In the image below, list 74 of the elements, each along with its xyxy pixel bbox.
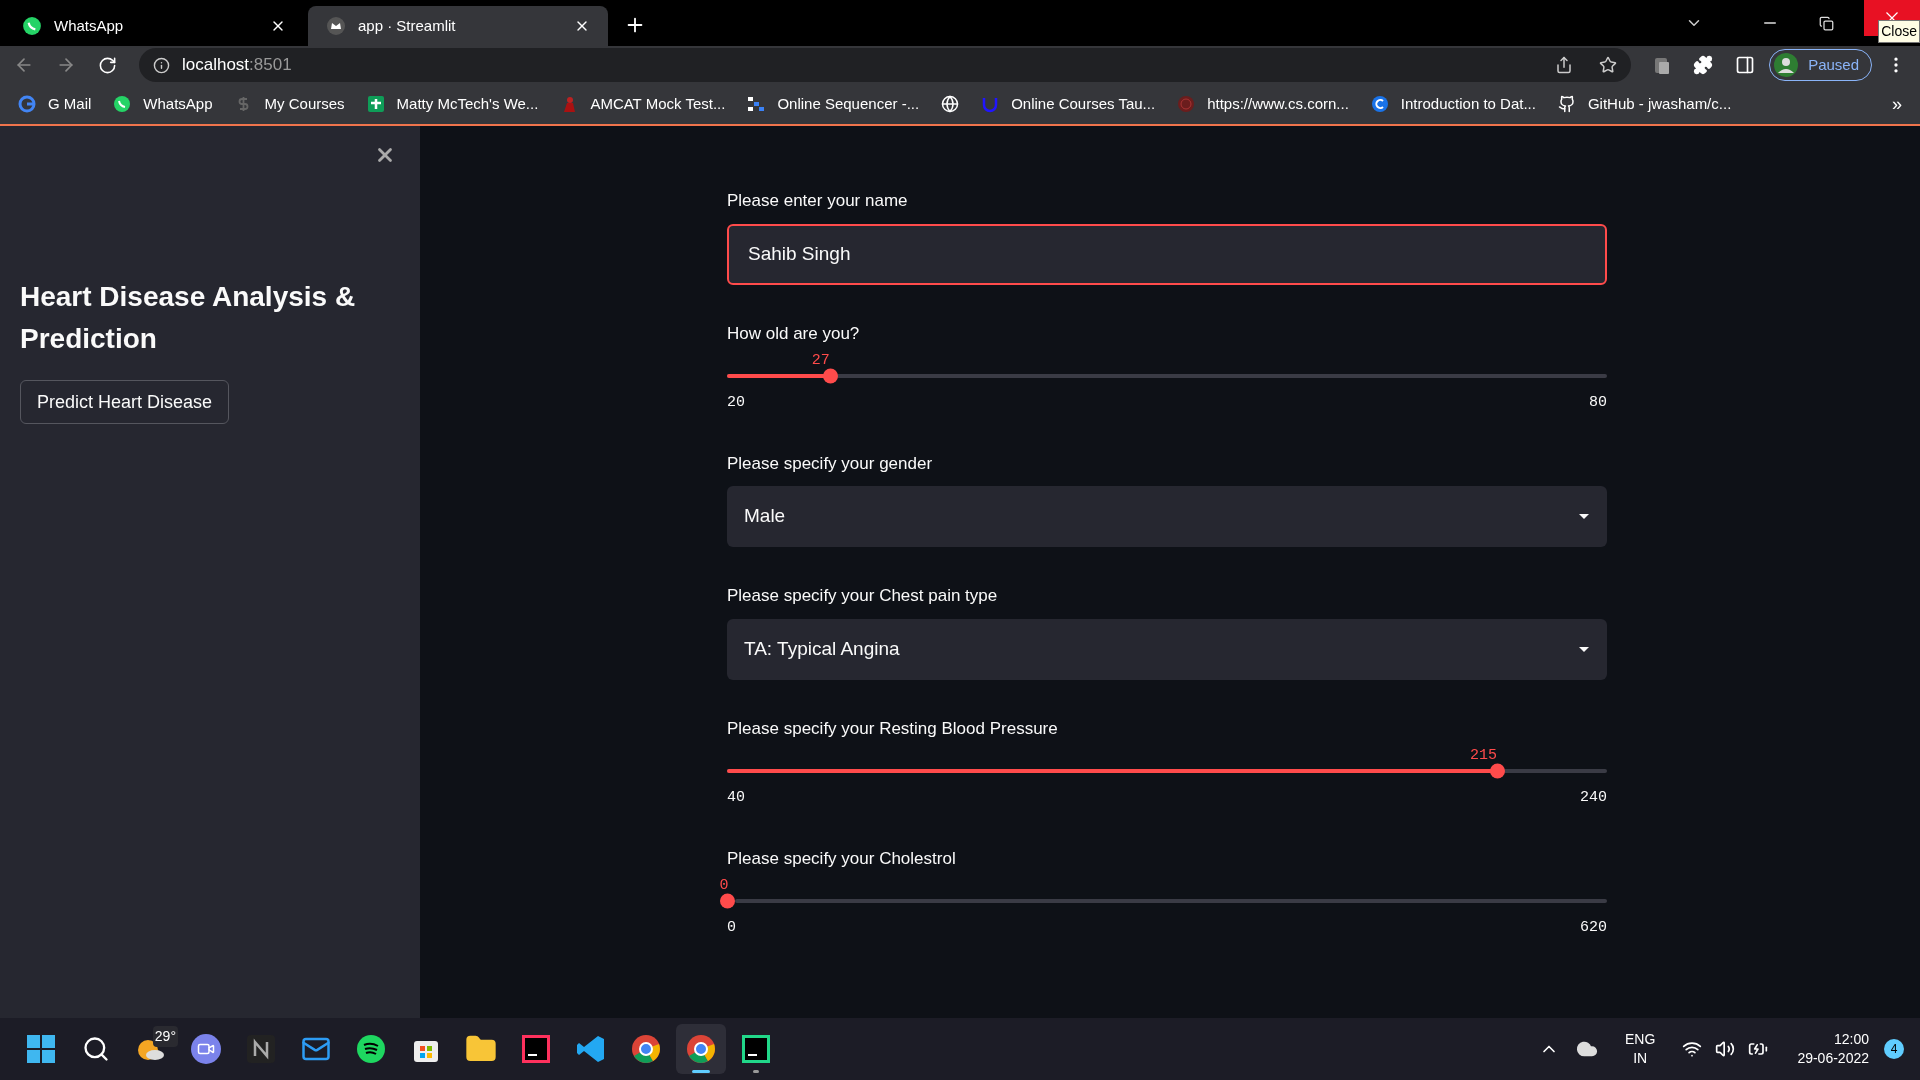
globe-icon[interactable] [941, 95, 960, 113]
slider-thumb[interactable] [720, 893, 735, 909]
bookmark[interactable]: Online Courses Tau... [981, 92, 1156, 116]
clock-time[interactable]: 12:00 [1833, 1030, 1869, 1049]
select-value: TA: Typical Angina [744, 636, 900, 661]
u-logo-icon [981, 95, 1000, 113]
seal-icon [1177, 95, 1196, 113]
plus-square-icon [366, 95, 385, 113]
predict-button[interactable]: Predict Heart Disease [20, 380, 230, 424]
caret-icon [1578, 513, 1590, 520]
slider-min: 40 [727, 788, 745, 808]
blocks-icon [747, 95, 766, 113]
bookmark[interactable]: My Courses [234, 92, 345, 116]
notification-badge[interactable]: 4 [1884, 1039, 1904, 1059]
browser-tab[interactable]: app · Streamlit [308, 6, 608, 46]
bookmark[interactable]: Introduction to Dat... [1370, 92, 1536, 116]
share-icon[interactable] [1555, 56, 1574, 74]
slider-min: 0 [727, 918, 736, 938]
sidebar-title: Heart Disease Analysis & Prediction [20, 280, 357, 356]
clipboard-icon[interactable] [1653, 55, 1672, 75]
clock-date[interactable]: 29-06-2022 [1797, 1049, 1869, 1068]
chat-bubble-icon [22, 16, 42, 36]
select-label: Please specify your gender [727, 452, 934, 475]
select-label: Please specify your Chest pain type [727, 585, 999, 607]
star-icon[interactable] [1599, 56, 1618, 74]
info-icon [153, 56, 170, 74]
address-bar[interactable]: localhost:8501 [139, 48, 1632, 82]
select-value: Male [744, 504, 786, 529]
caret-icon [1578, 645, 1590, 653]
puzzle-icon[interactable] [1693, 55, 1714, 75]
slider-max: 240 [1580, 788, 1607, 808]
slider-value: 27 [811, 351, 830, 371]
slider-thumb[interactable] [1490, 763, 1505, 779]
slider-label: Please specify your Cholestrol [727, 847, 957, 870]
github-icon [1557, 95, 1576, 113]
bookmark[interactable]: https://www.cs.corn... [1177, 92, 1349, 116]
bookmark[interactable]: AMCAT Mock Test... [560, 92, 726, 116]
wifi-icon[interactable] [1682, 1039, 1703, 1059]
browser-icon[interactable] [676, 1024, 726, 1074]
more-bookmarks[interactable]: » [1892, 90, 1902, 118]
language-text[interactable]: ENG [1625, 1030, 1656, 1049]
bookmark[interactable]: Online Sequencer -... [747, 92, 920, 116]
slider-value: 215 [1470, 746, 1497, 766]
slider-thumb[interactable] [822, 368, 838, 384]
slider-max: 620 [1580, 918, 1607, 938]
tab-title: app · Streamlit [358, 15, 457, 36]
bookmark[interactable]: GitHub - jwasham/c... [1557, 92, 1732, 116]
bookmark[interactable]: Matty McTech's We... [366, 92, 539, 116]
slider-value: 0 [719, 876, 729, 896]
close-tooltip: Close [1878, 20, 1920, 43]
select-dropdown[interactable]: Male [727, 486, 1607, 547]
field-label: Please enter your name [727, 190, 909, 212]
bookmark[interactable]: WhatsApp [113, 92, 213, 116]
tab-title: WhatsApp [54, 15, 125, 36]
name-field[interactable]: Sahib Singh [727, 223, 1607, 285]
url-text: localhost:8501 [182, 54, 293, 77]
temperature-badge: 29° [152, 1026, 178, 1047]
chat-bubble-icon [113, 95, 132, 113]
avatar-icon [1774, 53, 1799, 77]
bookmark[interactable]: G Mail [18, 92, 92, 116]
slider-max: 80 [1589, 393, 1607, 413]
c-logo-icon [1370, 95, 1389, 113]
slider-label: Please specify your Resting Blood Pressure [727, 717, 1059, 740]
restore-icon[interactable] [1819, 15, 1834, 31]
slider-min: 20 [727, 393, 745, 413]
side-panel-icon[interactable] [1735, 55, 1756, 75]
select-dropdown[interactable]: TA: Typical Angina [727, 618, 1607, 680]
reload-icon[interactable] [98, 55, 117, 75]
region-text[interactable]: IN [1633, 1049, 1648, 1068]
weather-button[interactable]: 29° [126, 1024, 176, 1074]
slider-label: How old are you? [727, 322, 861, 345]
crown-icon [326, 16, 346, 36]
google-icon [18, 95, 36, 113]
volume-icon[interactable] [1715, 1039, 1736, 1059]
